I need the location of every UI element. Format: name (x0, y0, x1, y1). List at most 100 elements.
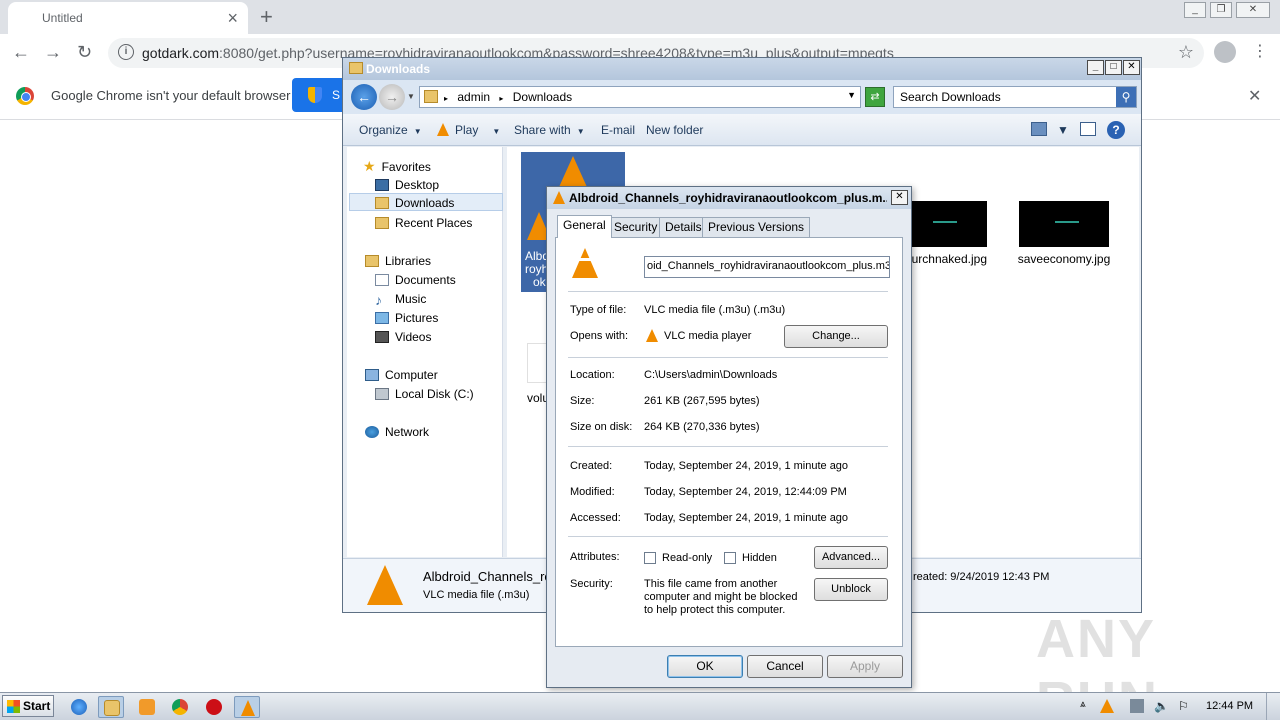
nav-favorites[interactable]: ★ Favorites (363, 157, 431, 175)
breadcrumb-sep-icon: ▸ (444, 94, 449, 103)
forward-arrow-icon[interactable]: → (44, 42, 62, 63)
explorer-search-input[interactable]: Search Downloads ⚲ (893, 86, 1137, 108)
chrome-logo-icon (16, 87, 34, 105)
general-tab-panel: oid_Channels_royhidraviranaoutlookcom_pl… (555, 237, 903, 647)
back-arrow-icon[interactable]: ← (12, 42, 30, 63)
reload-icon[interactable]: ↻ (77, 42, 92, 63)
apply-button[interactable]: Apply (827, 655, 903, 678)
tab-details[interactable]: Details (659, 217, 708, 237)
ok-button[interactable]: OK (667, 655, 743, 678)
new-tab-button[interactable]: + (260, 4, 273, 30)
explorer-titlebar[interactable]: Downloads _ □ ✕ (343, 58, 1141, 80)
file-name-field[interactable]: oid_Channels_royhidraviranaoutlookcom_pl… (644, 256, 890, 278)
breadcrumb-downloads[interactable]: Downloads (513, 90, 572, 104)
taskbar-chrome[interactable] (167, 696, 193, 718)
close-icon[interactable]: ✕ (1236, 2, 1270, 18)
site-info-icon[interactable]: i (118, 44, 134, 60)
size-on-disk-value: 264 KB (270,336 bytes) (644, 421, 760, 433)
image-thumbnail (1019, 201, 1109, 247)
explorer-address-bar[interactable]: ▸ admin ▸ Downloads ▼ (419, 86, 861, 108)
bookmark-star-icon[interactable]: ☆ (1178, 42, 1194, 63)
explorer-back-icon[interactable]: ← (351, 84, 377, 110)
profile-avatar-icon[interactable] (1214, 41, 1236, 63)
hidden-checkbox[interactable] (724, 552, 736, 564)
address-dropdown-icon[interactable]: ▼ (847, 90, 856, 100)
tab-close-icon[interactable]: × (227, 8, 238, 29)
search-icon[interactable]: ⚲ (1116, 87, 1136, 107)
nav-local-disk[interactable]: Local Disk (C:) (375, 385, 474, 403)
taskbar-vlc[interactable] (234, 696, 260, 718)
explorer-forward-icon[interactable]: → (379, 84, 405, 110)
recent-places-icon (375, 217, 389, 229)
nav-recent-places[interactable]: Recent Places (375, 214, 472, 232)
media-player-icon (139, 699, 155, 715)
vlc-icon (646, 329, 658, 342)
nav-libraries-label: Libraries (385, 254, 432, 268)
properties-titlebar[interactable]: Albdroid_Channels_royhidraviranaoutlookc… (547, 187, 911, 209)
tray-volume-icon[interactable]: 🔈 (1154, 699, 1169, 713)
share-with-button[interactable]: Share with ▼ (514, 123, 585, 137)
chrome-menu-icon[interactable]: ⋮ (1252, 41, 1268, 61)
preview-pane-icon[interactable] (1080, 122, 1096, 136)
network-icon (365, 426, 379, 438)
nav-music[interactable]: ♪ Music (375, 290, 426, 308)
email-button[interactable]: E-mail (601, 123, 635, 137)
properties-close-icon[interactable]: ✕ (891, 190, 908, 205)
show-desktop-button[interactable] (1266, 693, 1280, 720)
readonly-checkbox[interactable] (644, 552, 656, 564)
help-icon[interactable]: ? (1107, 121, 1125, 139)
location-label: Location: (570, 369, 615, 381)
explorer-close-icon[interactable]: ✕ (1123, 60, 1140, 75)
folder-icon (349, 62, 363, 74)
play-button[interactable]: Play ▼ (437, 123, 500, 137)
nav-downloads[interactable]: Downloads (349, 193, 503, 211)
nav-videos[interactable]: Videos (375, 328, 431, 346)
nav-desktop[interactable]: Desktop (375, 176, 439, 194)
file-name-saveeconomy: saveeconomy.jpg (1017, 252, 1111, 266)
restore-icon[interactable]: ❐ (1210, 2, 1232, 18)
nav-documents[interactable]: Documents (375, 271, 456, 289)
chevron-down-icon: ▼ (576, 127, 585, 136)
explorer-minimize-icon[interactable]: _ (1087, 60, 1104, 75)
nav-computer[interactable]: Computer (365, 366, 438, 384)
taskbar-ie[interactable] (66, 696, 92, 718)
start-button[interactable]: Start (2, 695, 54, 717)
nav-pictures[interactable]: Pictures (375, 309, 438, 327)
tray-vlc-icon[interactable] (1100, 699, 1114, 713)
new-folder-button[interactable]: New folder (646, 123, 703, 137)
taskbar-clock[interactable]: 12:44 PM (1206, 700, 1253, 712)
divider (568, 536, 888, 537)
unblock-button[interactable]: Unblock (814, 578, 888, 601)
explorer-folder-icon (104, 700, 120, 716)
explorer-refresh-icon[interactable]: ⇄ (865, 87, 885, 107)
tab-general[interactable]: General (557, 215, 612, 238)
nav-libraries[interactable]: Libraries (365, 252, 431, 270)
history-dropdown-icon[interactable]: ▼ (407, 92, 415, 101)
taskbar-explorer[interactable] (98, 696, 124, 718)
chrome-tab-strip: Untitled × + _ ❐ ✕ (0, 0, 1280, 34)
advanced-button[interactable]: Advanced... (814, 546, 888, 569)
nav-favorites-label: Favorites (381, 160, 431, 174)
change-button[interactable]: Change... (784, 325, 888, 348)
explorer-maximize-icon[interactable]: □ (1105, 60, 1122, 75)
tray-flag-icon[interactable]: ⚐ (1178, 699, 1192, 713)
minimize-icon[interactable]: _ (1184, 2, 1206, 18)
change-view-icon[interactable] (1031, 122, 1047, 136)
browser-tab[interactable]: Untitled × (8, 2, 248, 34)
view-dropdown-icon[interactable]: ▼ (1057, 123, 1069, 137)
file-item-saveeconomy[interactable]: saveeconomy.jpg (1012, 201, 1116, 266)
tab-previous-versions[interactable]: Previous Versions (702, 217, 811, 237)
organize-button[interactable]: Organize ▼ (359, 123, 422, 137)
nav-network[interactable]: Network (365, 423, 429, 441)
cancel-button[interactable]: Cancel (747, 655, 823, 678)
play-label: Play (455, 123, 479, 137)
tab-security[interactable]: Security (608, 217, 664, 237)
infobar-close-icon[interactable]: ✕ (1248, 86, 1261, 106)
start-label: Start (23, 699, 51, 713)
documents-icon (375, 274, 389, 286)
taskbar-media-player[interactable] (134, 696, 160, 718)
taskbar-opera[interactable] (201, 696, 227, 718)
breadcrumb-admin[interactable]: admin (457, 90, 490, 104)
tray-expand-icon[interactable]: ⩓ (1080, 699, 1094, 713)
tray-network-icon[interactable] (1130, 699, 1144, 713)
